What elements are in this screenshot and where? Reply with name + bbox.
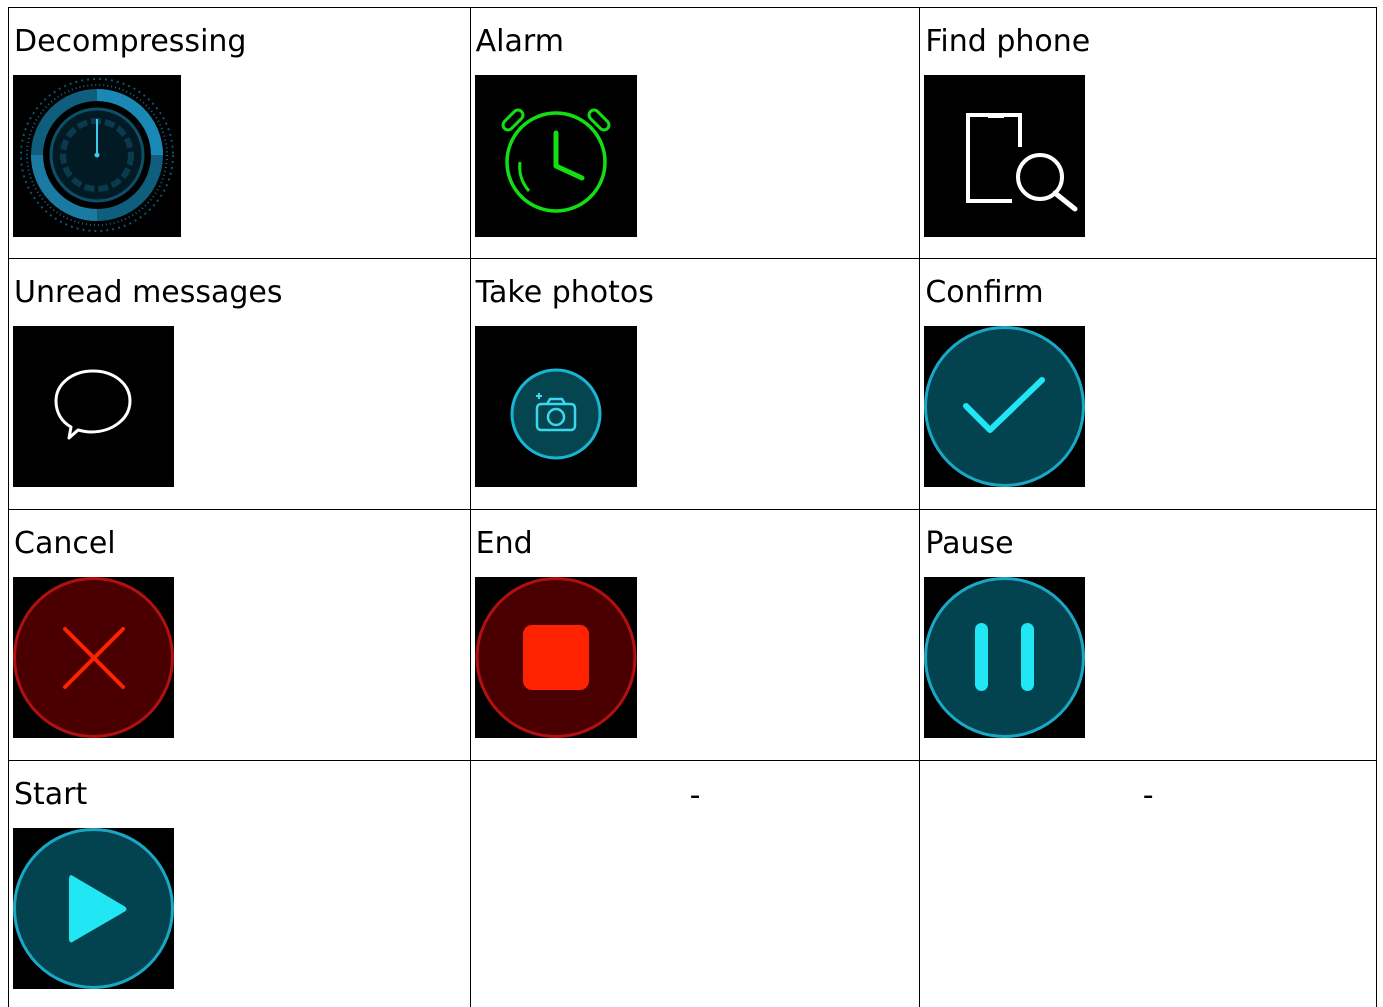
- table-cell: Pause: [920, 510, 1377, 760]
- table-row: Cancel End Pause: [9, 510, 1377, 761]
- empty-cell-dash: -: [1142, 778, 1154, 813]
- checkmark-icon: [924, 326, 1086, 487]
- table-cell: Alarm: [471, 8, 921, 258]
- table-cell: -: [920, 761, 1377, 1007]
- pause-icon: [924, 577, 1086, 738]
- cell-label: Find phone: [925, 24, 1091, 59]
- icon-table: Decompressing Alarm Find phone Unread me…: [8, 7, 1377, 1007]
- table-row: Decompressing Alarm Find phone: [9, 8, 1377, 259]
- table-row: Unread messages Take photos Confirm: [9, 259, 1377, 510]
- cell-label: Confirm: [925, 275, 1044, 310]
- table-cell: Unread messages: [9, 259, 471, 509]
- table-cell: Decompressing: [9, 8, 471, 258]
- cell-label: Cancel: [14, 526, 116, 561]
- table-cell: Take photos: [471, 259, 921, 509]
- table-cell: Cancel: [9, 510, 471, 760]
- cell-label: Decompressing: [14, 24, 247, 59]
- cell-label: Unread messages: [14, 275, 283, 310]
- table-cell: End: [471, 510, 921, 760]
- cell-label: Start: [14, 777, 88, 812]
- find-phone-icon: [924, 75, 1086, 237]
- stop-icon: [474, 577, 637, 738]
- table-cell: Find phone: [920, 8, 1377, 258]
- cell-label: Alarm: [475, 24, 564, 59]
- table-cell: Confirm: [920, 259, 1377, 509]
- alarm-icon: [474, 75, 637, 237]
- table-row: Start - -: [9, 761, 1377, 1007]
- decompressing-icon: [13, 75, 181, 237]
- play-icon: [13, 828, 174, 989]
- cell-label: Pause: [925, 526, 1014, 561]
- empty-cell-dash: -: [689, 778, 701, 813]
- cell-label: End: [475, 526, 533, 561]
- table-cell: -: [471, 761, 921, 1007]
- cancel-icon: [13, 577, 174, 738]
- camera-icon: [474, 326, 637, 487]
- table-cell: Start: [9, 761, 471, 1007]
- cell-label: Take photos: [475, 275, 654, 310]
- message-icon: [13, 326, 174, 487]
